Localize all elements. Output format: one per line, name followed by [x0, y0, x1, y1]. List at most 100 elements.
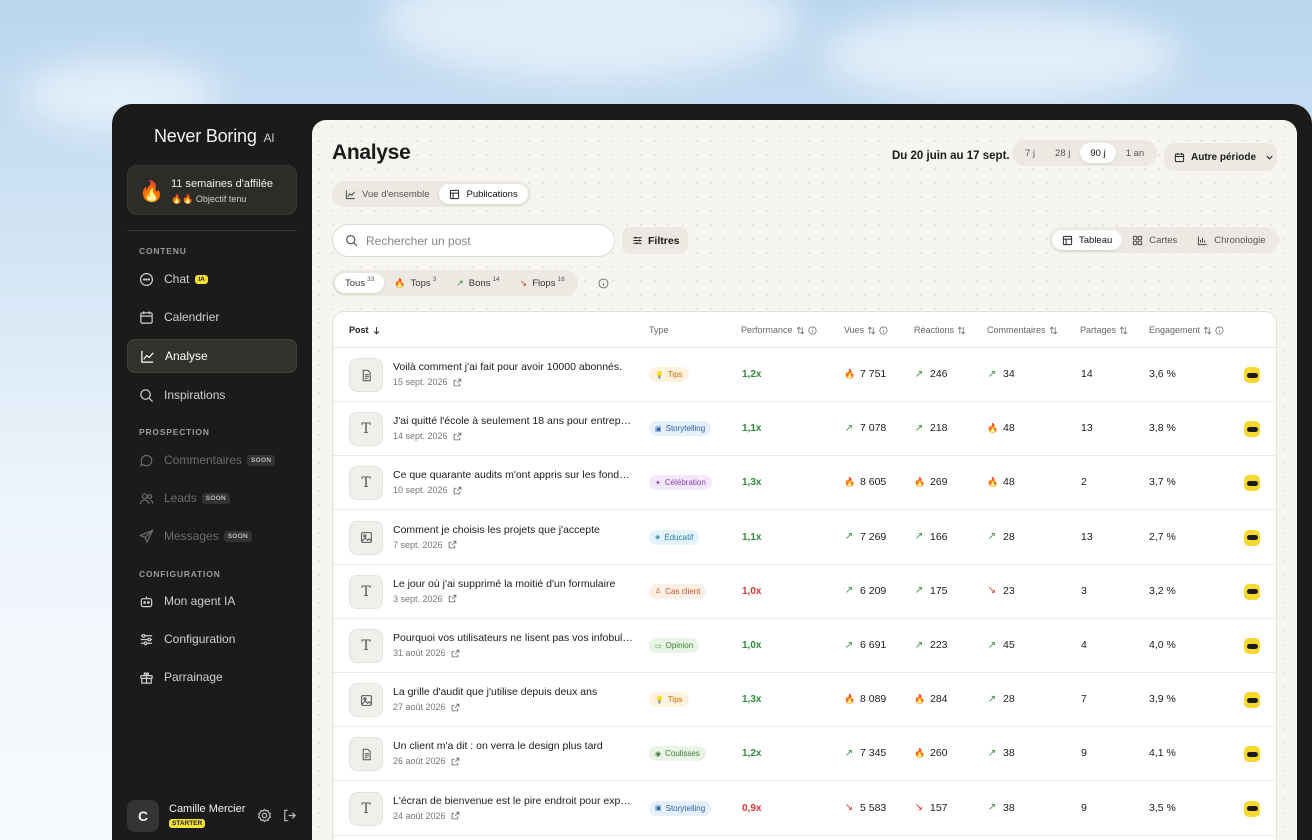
sidebar-item-parrainage[interactable]: Parrainage	[127, 660, 297, 694]
sidebar-item-inspirations[interactable]: Inspirations	[127, 378, 297, 412]
table-row[interactable]: T J'ai quitté l'école à seulement 18 ans …	[333, 402, 1276, 457]
chip-flops[interactable]: ↘ Flops 16	[510, 273, 575, 293]
post-title[interactable]: J'ai quitté l'école à seulement 18 ans p…	[393, 415, 633, 427]
reactions-value: 269	[930, 476, 948, 489]
sidebar-item-agent[interactable]: Mon agent IA	[127, 584, 297, 618]
table-row[interactable]: T Pourquoi vos utilisateurs ne lisent pas…	[333, 619, 1276, 673]
user-profile[interactable]: C Camille Mercier STARTER	[127, 800, 297, 834]
external-link-icon[interactable]	[453, 486, 462, 495]
views-value: 6 209	[860, 584, 887, 597]
external-link-icon[interactable]	[451, 811, 460, 820]
table-row[interactable]: Comment je choisis les projets que j'acc…	[333, 511, 1276, 565]
post-title[interactable]: Comment je choisis les projets que j'acc…	[393, 524, 633, 536]
arrow-up-right-icon: ↗	[914, 368, 924, 380]
period-7j[interactable]: 7 j	[1015, 143, 1045, 163]
tab-publications[interactable]: Publications	[439, 184, 528, 204]
views-value: 8 089	[860, 693, 887, 706]
col-performance[interactable]: Performance	[741, 325, 817, 335]
arrow-down-right-icon: ↘	[519, 277, 528, 288]
sidebar-item-commentaires[interactable]: Commentaires SOON	[127, 443, 297, 477]
table-row[interactable]: T Ce que quarante audits m'ont appris sur…	[333, 456, 1276, 511]
chip-count: 16	[557, 276, 565, 283]
external-link-icon[interactable]	[451, 703, 460, 712]
performance-value: 1,3x	[742, 477, 762, 489]
filters-button[interactable]: Filtres	[622, 227, 688, 254]
view-timeline[interactable]: Chronologie	[1187, 230, 1275, 250]
post-title[interactable]: L'écran de bienvenue est le pire endroit…	[393, 795, 633, 807]
search-input[interactable]: Rechercher un post	[332, 224, 615, 257]
col-label: Partages	[1080, 325, 1117, 335]
post-title[interactable]: Un client m'a dit : on verra le design p…	[393, 740, 633, 752]
chip-bons[interactable]: ↗ Bons 14	[446, 273, 509, 293]
sidebar-item-messages[interactable]: Messages SOON	[127, 519, 297, 553]
brand-logo[interactable]: Never Boring AI	[154, 126, 275, 147]
external-link-icon[interactable]	[451, 757, 460, 766]
agent-mask-icon[interactable]	[1244, 746, 1260, 763]
tab-overview[interactable]: Vue d'ensemble	[335, 184, 439, 204]
sidebar-item-analyse[interactable]: Analyse	[127, 339, 297, 373]
tag-icon: ◈	[655, 534, 661, 542]
chip-tous[interactable]: Tous 33	[335, 273, 385, 293]
agent-mask-icon[interactable]	[1244, 529, 1260, 546]
post-type-thumbnail	[349, 520, 383, 555]
col-partages[interactable]: Partages	[1080, 325, 1128, 335]
type-tag: 💡 Tips	[649, 367, 689, 382]
agent-mask-icon[interactable]	[1244, 692, 1260, 709]
info-icon[interactable]	[598, 278, 609, 289]
sidebar-item-configuration[interactable]: Configuration	[127, 622, 297, 656]
sidebar-item-label: Configuration	[164, 632, 236, 646]
col-engagement[interactable]: Engagement	[1149, 325, 1224, 335]
other-period-label: Autre période	[1191, 151, 1257, 163]
other-period-dropdown[interactable]: Autre période	[1164, 143, 1277, 171]
agent-mask-icon[interactable]	[1244, 583, 1260, 600]
external-link-icon[interactable]	[448, 540, 457, 549]
arrow-up-right-icon: ↗	[914, 531, 924, 543]
col-post[interactable]: Post	[349, 325, 381, 335]
period-90j[interactable]: 90 j	[1080, 143, 1116, 163]
post-title[interactable]: Le jour où j'ai supprimé la moitié d'un …	[393, 578, 633, 590]
table-row[interactable]: Voilà comment j'ai fait pour avoir 10000…	[333, 348, 1276, 402]
post-title[interactable]: La grille d'audit que j'utilise depuis d…	[393, 686, 633, 698]
chip-tops[interactable]: 🔥 Tops 3	[384, 273, 446, 293]
sidebar-item-leads[interactable]: Leads SOON	[127, 481, 297, 515]
post-title[interactable]: Voilà comment j'ai fait pour avoir 10000…	[393, 361, 633, 373]
post-type-thumbnail: T	[349, 412, 383, 447]
post-title[interactable]: Ce que quarante audits m'ont appris sur …	[393, 469, 633, 481]
tag-icon: ▭	[655, 642, 662, 650]
logout-icon[interactable]	[282, 808, 297, 823]
table-row[interactable]: La grille d'audit que j'utilise depuis d…	[333, 673, 1276, 728]
external-link-icon[interactable]	[448, 594, 457, 603]
info-icon	[1215, 325, 1224, 335]
table-row[interactable]: T L'écran de bienvenue est le pire endroi…	[333, 782, 1276, 836]
agent-mask-icon[interactable]	[1244, 475, 1260, 492]
sidebar-item-calendrier[interactable]: Calendrier	[127, 300, 297, 334]
agent-mask-icon[interactable]	[1244, 421, 1260, 438]
col-commentaires[interactable]: Commentaires	[987, 325, 1058, 335]
chip-count: 14	[492, 276, 500, 283]
external-link-icon[interactable]	[453, 432, 462, 441]
table-row[interactable]: T Le jour où j'ai supprimé la moitié d'un…	[333, 565, 1276, 619]
agent-mask-icon[interactable]	[1244, 800, 1260, 817]
agent-mask-icon[interactable]	[1244, 367, 1260, 383]
view-cards[interactable]: Cartes	[1122, 230, 1187, 250]
streak-card[interactable]: 🔥 11 semaines d'affilée 🔥🔥 Objectif tenu	[127, 165, 297, 215]
period-1an[interactable]: 1 an	[1116, 143, 1155, 163]
chip-label: Tops	[410, 277, 431, 289]
col-reactions[interactable]: Réactions	[914, 325, 966, 335]
col-vues[interactable]: Vues	[844, 325, 888, 335]
fire-icon: 🔥	[844, 693, 856, 704]
view-table[interactable]: Tableau	[1052, 230, 1123, 250]
sliders-icon	[140, 633, 153, 645]
sidebar-item-chat[interactable]: Chat IA	[127, 262, 297, 296]
external-link-icon[interactable]	[453, 378, 462, 387]
table-header: Post Type Performance Vues Réactions Com…	[333, 312, 1276, 348]
period-28j[interactable]: 28 j	[1045, 143, 1080, 163]
post-title[interactable]: Pourquoi vos utilisateurs ne lisent pas …	[393, 632, 633, 644]
agent-mask-icon[interactable]	[1244, 638, 1260, 654]
arrow-down-icon	[373, 326, 379, 335]
table-row[interactable]: Un client m'a dit : on verra le design p…	[333, 727, 1276, 782]
external-link-icon[interactable]	[451, 649, 460, 658]
settings-icon[interactable]	[257, 808, 272, 823]
table-icon	[450, 189, 460, 199]
tag-icon: ◉	[655, 750, 662, 758]
